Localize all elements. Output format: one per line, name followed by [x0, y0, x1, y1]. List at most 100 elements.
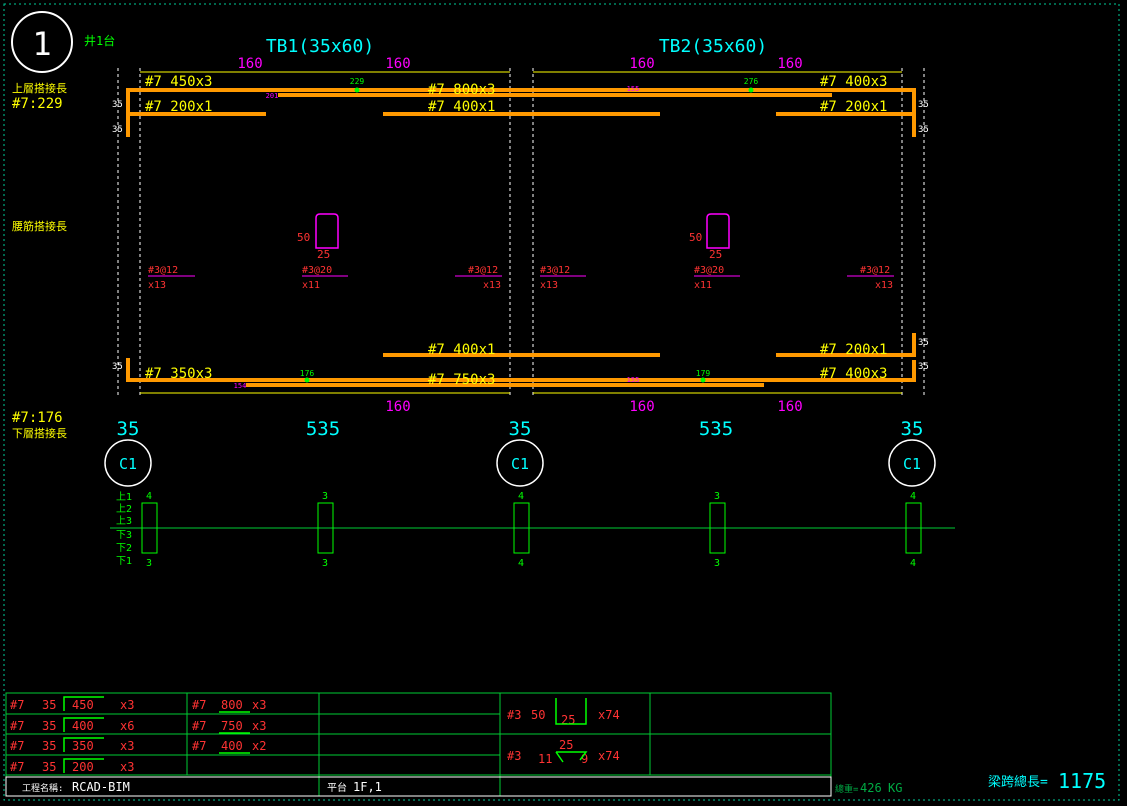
beam-outlines [117, 68, 925, 395]
tb1-stirrup-height: 50 [297, 231, 310, 244]
sheet-header: 1 井1台 [11, 11, 115, 73]
section-count: 3 [714, 491, 720, 502]
sched-length: 800 [221, 698, 243, 712]
tb1-top-bar-4: #7 400x1 [428, 99, 495, 115]
drawing-number: 1 [32, 25, 51, 63]
rebar-lines [126, 88, 916, 387]
section-count: 4 [518, 558, 524, 569]
span-dim: 35 [117, 418, 140, 440]
end-mark: 35 [918, 362, 929, 372]
spacing-spec: #3@20 [694, 265, 724, 276]
bottom-lap-value: #7:176 [12, 410, 63, 426]
sched-qty: x3 [120, 739, 134, 753]
sched-bar: #7 [192, 698, 206, 712]
bar-schedule: #7 35 450 x3 #7 35 400 x6 #7 35 350 x3 #… [10, 698, 266, 774]
layer-label: 下3 [116, 530, 132, 541]
spacing-spec: #3@12 [540, 265, 570, 276]
lap-marks: 229 201 176 154 155 276 155 179 [234, 77, 759, 390]
span-dim: 35 [901, 418, 924, 440]
bottom-lap-title: 下層搭接長 [12, 427, 67, 440]
sched-qty: x6 [120, 719, 134, 733]
section-count: 4 [910, 491, 916, 502]
section-count: 3 [322, 558, 328, 569]
sched-qty: x3 [120, 698, 134, 712]
section-count: 4 [146, 491, 152, 502]
sched-bar: #7 [192, 739, 206, 753]
tb2-stirrup-height: 50 [689, 231, 702, 244]
spacing-spec: #3@12 [148, 265, 178, 276]
span-dim: 535 [306, 418, 340, 440]
level-value: 1F,1 [353, 780, 382, 794]
sched-hook: 35 [42, 760, 56, 774]
columns: C1 C1 C1 [104, 439, 936, 487]
mark-155-bottom: 155 [627, 376, 640, 384]
sched-width: 25 [561, 713, 575, 727]
tb1-top-bar-2: #7 800x3 [428, 82, 495, 98]
layer-label: 上1 [116, 491, 132, 503]
sched-qty: x74 [598, 749, 620, 763]
total-length-value: 1175 [1058, 769, 1106, 793]
top-lap-value: #7:229 [12, 96, 63, 112]
tb1-bottom-bar-2: #7 350x3 [145, 366, 212, 382]
end-mark: 35 [918, 338, 929, 348]
tb1-bottom-dim: 160 [385, 399, 410, 415]
tb1-bottom-bar-3: #7 750x3 [428, 372, 495, 388]
sched-bar: #7 [10, 719, 24, 733]
weight-value: 426 [860, 781, 882, 795]
layer-label: 下1 [116, 556, 132, 567]
spacing-count: x11 [694, 280, 712, 291]
layer-label: 上2 [116, 503, 132, 515]
tb2-top-dim-left: 160 [629, 56, 654, 72]
weight-unit: KG [888, 781, 902, 795]
mark-176: 176 [300, 369, 315, 378]
tb1-bottom-bar-1: #7 400x1 [428, 342, 495, 358]
top-lap-title: 上層搭接長 [12, 82, 67, 95]
sched-side: 11 [538, 752, 552, 766]
tb1-top-dim-left: 160 [237, 56, 262, 72]
mark-154: 154 [234, 382, 247, 390]
layer-label: 上3 [116, 515, 132, 527]
sched-bar: #7 [10, 760, 24, 774]
bar-callouts: #7 450x3 #7 800x3 #7 200x1 #7 400x1 #7 4… [145, 74, 887, 388]
mark-276: 276 [744, 77, 759, 86]
side-labels: 上層搭接長 #7:229 腰筋搭接長 #7:176 下層搭接長 [12, 82, 67, 440]
sched-length: 750 [221, 719, 243, 733]
span-dim: 535 [699, 418, 733, 440]
spacing-spec: #3@12 [860, 265, 890, 276]
sched-hook: 35 [42, 698, 56, 712]
stirrup-schedule: #3 50 25 x74 #3 11 25 9 x74 [507, 708, 620, 766]
mark-229: 229 [350, 77, 365, 86]
sched-bar: #3 [507, 749, 521, 763]
beam-title-tb1: TB1(35x60) [266, 36, 374, 57]
sched-bar: #3 [507, 708, 521, 722]
end-mark: 35 [918, 100, 929, 110]
sched-length: 400 [221, 739, 243, 753]
spacing-count: x13 [875, 280, 893, 291]
tb2-top-right-extra [776, 112, 916, 137]
end-mark: 35 [112, 125, 123, 135]
level-label: 平台 [327, 781, 347, 794]
sched-width: 25 [559, 738, 573, 752]
drawing-canvas: 1 井1台 上層搭接長 #7:229 腰筋搭接長 #7:176 下層搭接長 TB… [3, 3, 1120, 801]
sched-length: 350 [72, 739, 94, 753]
sched-qty: x74 [598, 708, 620, 722]
sched-qty: x3 [252, 719, 266, 733]
tb2-bottom-bar-1: #7 200x1 [820, 342, 887, 358]
sheet-label: 井1台 [84, 33, 115, 48]
span-dimensions: 35 535 35 535 35 [117, 418, 924, 440]
mark-155-top: 155 [627, 85, 640, 93]
spacing-spec: #3@20 [302, 265, 332, 276]
section-count: 3 [714, 558, 720, 569]
sched-bar: #7 [192, 719, 206, 733]
section-count: 4 [910, 558, 916, 569]
tb1-top-bar-1: #7 450x3 [145, 74, 212, 90]
sched-length: 200 [72, 760, 94, 774]
beam-title-tb2: TB2(35x60) [659, 36, 767, 57]
spacing-count: x11 [302, 280, 320, 291]
end-mark: 35 [112, 100, 123, 110]
end-mark: 35 [918, 125, 929, 135]
tb2-top-dim-right: 160 [777, 56, 802, 72]
spacing-spec: #3@12 [468, 265, 498, 276]
section-count: 4 [518, 491, 524, 502]
project-name: RCAD-BIM [72, 780, 130, 794]
